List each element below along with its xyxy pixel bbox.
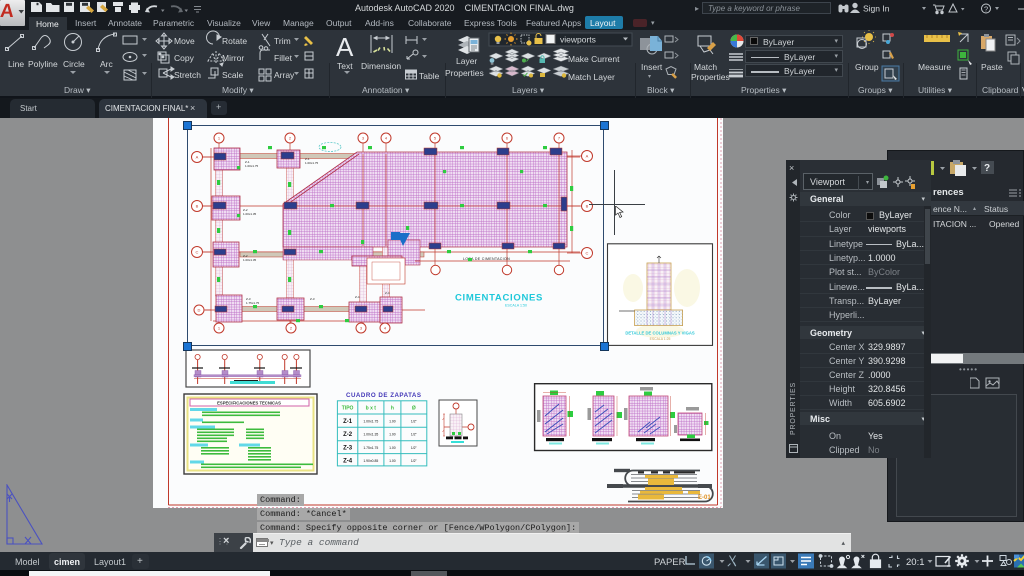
svg-text:1/2": 1/2" bbox=[411, 459, 418, 463]
svg-text:1/2": 1/2" bbox=[411, 420, 418, 424]
svg-text:20:1: 20:1 bbox=[906, 557, 925, 568]
svg-text:1/2": 1/2" bbox=[411, 433, 418, 437]
svg-text:1.00: 1.00 bbox=[389, 420, 396, 424]
svg-text:ESCALA 1:25: ESCALA 1:25 bbox=[650, 337, 671, 341]
svg-text:1.90x0.85: 1.90x0.85 bbox=[363, 459, 378, 463]
svg-text:1.00x1.75: 1.00x1.75 bbox=[363, 420, 378, 424]
svg-text:A: A bbox=[0, 1, 15, 22]
svg-text:Z-4: Z-4 bbox=[343, 459, 353, 465]
svg-text:?: ? bbox=[984, 5, 988, 14]
svg-text:E-01: E-01 bbox=[698, 495, 711, 501]
svg-text:TIPO: TIPO bbox=[342, 406, 354, 412]
svg-text:viewports: viewports bbox=[560, 35, 596, 45]
svg-text:1.00: 1.00 bbox=[389, 446, 396, 450]
svg-text:CUADRO DE ZAPATAS: CUADRO DE ZAPATAS bbox=[346, 392, 422, 399]
svg-text:DETALLE DE COLUMNAS Y VIGAS: DETALLE DE COLUMNAS Y VIGAS bbox=[625, 331, 695, 336]
svg-text:?: ? bbox=[984, 163, 990, 174]
svg-text:h: h bbox=[391, 406, 394, 412]
svg-text:Z-1: Z-1 bbox=[343, 419, 353, 425]
svg-text:1.00: 1.00 bbox=[389, 459, 396, 463]
svg-text:Sign In: Sign In bbox=[863, 4, 890, 14]
svg-text:b x t: b x t bbox=[366, 406, 377, 412]
svg-text:1.00: 1.00 bbox=[389, 433, 396, 437]
svg-text:1.75x1.75: 1.75x1.75 bbox=[363, 446, 378, 450]
svg-text:Z-3: Z-3 bbox=[343, 446, 353, 452]
svg-text:Z-2: Z-2 bbox=[343, 432, 353, 438]
svg-text:1/2": 1/2" bbox=[411, 446, 418, 450]
svg-text:Ø: Ø bbox=[412, 406, 416, 412]
svg-text:ESPECIFICACIONES TECNICAS: ESPECIFICACIONES TECNICAS bbox=[217, 401, 281, 406]
svg-text:1.00x1.35: 1.00x1.35 bbox=[363, 433, 378, 437]
svg-text:A: A bbox=[336, 32, 354, 62]
